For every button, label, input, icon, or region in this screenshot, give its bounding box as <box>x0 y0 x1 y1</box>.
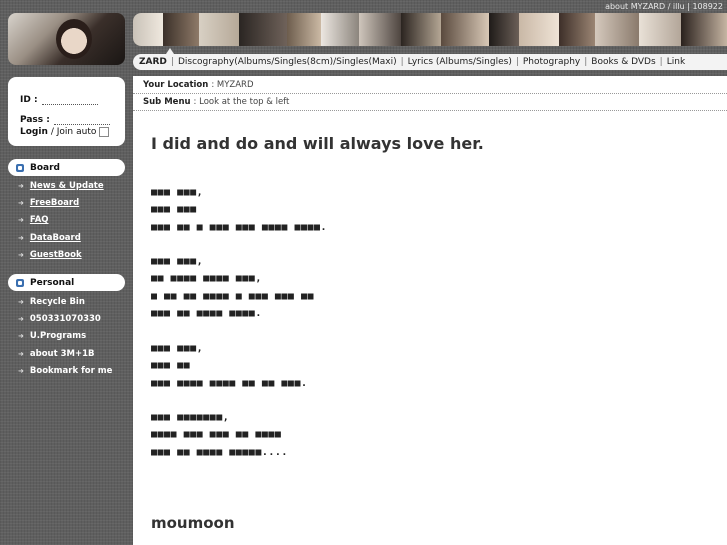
nav-separator: | <box>659 57 663 67</box>
pass-input[interactable] <box>53 115 110 125</box>
auto-login-checkbox[interactable] <box>99 127 110 137</box>
post-signature: moumoon <box>151 514 235 532</box>
nav-separator: | <box>400 57 404 67</box>
board-menu-header: Board <box>8 159 125 176</box>
portrait-image <box>56 19 92 59</box>
header-banner <box>133 13 727 46</box>
nav-zard[interactable]: ZARD <box>139 57 167 67</box>
arrow-icon: ➜ <box>18 332 24 341</box>
id-input[interactable] <box>41 95 98 105</box>
arrow-icon: ➜ <box>18 349 24 358</box>
lyric-line: ■■■■ ■■■ ■■■ ■■ ■■■■ <box>151 429 282 441</box>
lyric-line: ■■■ ■■ ■ ■■■ ■■■ ■■■■ ■■■■. <box>151 221 328 233</box>
board-menu: ➜ News & Update ➜ FreeBoard ➜ FAQ ➜ DataBoar… <box>18 177 104 264</box>
stanza-3: ■■■ ■■■, ■■■ ■■ ■■■ ■■■■ ■■■■ ■■ ■■ ■■■. <box>151 340 308 392</box>
menu-item-recycle-bin[interactable]: ➜ Recycle Bin <box>18 293 112 310</box>
top-links[interactable]: about MYZARD / illu | 108922 <box>605 2 723 11</box>
nav-link[interactable]: Link <box>667 57 685 67</box>
arrow-icon: ➜ <box>18 251 24 260</box>
submenu-label: Sub Menu <box>143 97 191 107</box>
lyric-line: ■■■ ■■■■ ■■■■ ■■ ■■ ■■■. <box>151 377 308 389</box>
menu-item-label[interactable]: News & Update <box>30 181 104 191</box>
menu-item-label[interactable]: 050331070330 <box>30 314 101 324</box>
lyric-line: ■■■ ■■ <box>151 360 191 372</box>
location-bar: Your Location : MYZARD <box>133 76 727 94</box>
menu-item-programs[interactable]: ➜ U.Programs <box>18 328 112 345</box>
arrow-icon: ➜ <box>18 199 24 208</box>
board-icon <box>16 163 24 172</box>
menu-item-about[interactable]: ➜ about 3M+1B <box>18 345 112 362</box>
submenu-bar: Sub Menu : Look at the top & left <box>133 94 727 111</box>
personal-menu: ➜ Recycle Bin ➜ 050331070330 ➜ U.Programs ➜… <box>18 293 112 380</box>
id-row: ID : <box>20 85 125 105</box>
login-actions: Login / Join auto <box>20 127 125 137</box>
nav-discography[interactable]: Discography(Albums/Singles(8cm)/Singles(… <box>178 57 397 67</box>
menu-item-databoard[interactable]: ➜ DataBoard <box>18 229 104 246</box>
banner-photo-strip <box>133 13 727 46</box>
auto-label: auto <box>76 127 97 137</box>
lyric-line: ■ ■■ ■■ ■■■■ ■ ■■■ ■■■ ■■ <box>151 290 315 302</box>
main-content: Your Location : MYZARD Sub Menu : Look a… <box>133 76 727 545</box>
menu-item-bookmark[interactable]: ➜ Bookmark for me <box>18 363 112 380</box>
lyric-line: ■■■ ■■ ■■■■ ■■■■. <box>151 308 262 320</box>
personal-menu-title: Personal <box>30 277 75 288</box>
board-menu-title: Board <box>30 162 60 173</box>
lyric-line: ■■■ ■■■■■■■, <box>151 412 230 424</box>
arrow-icon: ➜ <box>18 216 24 225</box>
top-links-text[interactable]: about MYZARD / illu | 108922 <box>605 2 723 11</box>
post-title: I did and do and will always love her. <box>151 134 484 153</box>
menu-item-label[interactable]: Recycle Bin <box>30 297 85 307</box>
logo-photo[interactable] <box>8 13 125 65</box>
stanza-4: ■■■ ■■■■■■■, ■■■■ ■■■ ■■■ ■■ ■■■■ ■■■ ■■… <box>151 409 288 461</box>
menu-item-label[interactable]: GuestBook <box>30 250 82 260</box>
menu-item-news[interactable]: ➜ News & Update <box>18 177 104 194</box>
pass-label: Pass : <box>20 115 50 125</box>
lyric-line: ■■ ■■■■ ■■■■ ■■■, <box>151 273 262 285</box>
menu-item-label[interactable]: FAQ <box>30 215 49 225</box>
login-box: ID : Pass : Login / Join auto <box>8 77 125 146</box>
location-value: : MYZARD <box>211 79 254 90</box>
personal-icon <box>16 278 24 287</box>
menu-item-label[interactable]: Bookmark for me <box>30 366 113 376</box>
menu-item-label[interactable]: DataBoard <box>30 233 81 243</box>
nav-lyrics[interactable]: Lyrics (Albums/Singles) <box>408 57 512 67</box>
lyric-line: ■■■ ■■ ■■■■ ■■■■■.... <box>151 446 288 458</box>
lyric-line: ■■■ ■■■ <box>151 204 197 216</box>
arrow-icon: ➜ <box>18 297 24 306</box>
lyric-line: ■■■ ■■■, <box>151 187 204 199</box>
menu-item-label[interactable]: FreeBoard <box>30 198 79 208</box>
lyric-line: ■■■ ■■■, <box>151 256 204 268</box>
join-link[interactable]: / Join <box>51 127 73 137</box>
arrow-icon: ➜ <box>18 367 24 376</box>
id-label: ID : <box>20 95 38 105</box>
menu-item-label[interactable]: U.Programs <box>30 331 86 341</box>
nav-separator: | <box>515 57 519 67</box>
nav-books-dvds[interactable]: Books & DVDs <box>591 57 655 67</box>
personal-menu-header: Personal <box>8 274 125 291</box>
nav-photography[interactable]: Photography <box>523 57 580 67</box>
stanza-2: ■■■ ■■■, ■■ ■■■■ ■■■■ ■■■, ■ ■■ ■■ ■■■■ … <box>151 253 314 322</box>
lyric-line: ■■■ ■■■, <box>151 343 204 355</box>
submenu-value: : Look at the top & left <box>193 97 290 107</box>
nav-separator: | <box>170 57 174 67</box>
menu-item-freeboard[interactable]: ➜ FreeBoard <box>18 194 104 211</box>
location-label: Your Location <box>143 79 209 90</box>
arrow-icon: ➜ <box>18 315 24 324</box>
pass-row: Pass : <box>20 105 125 125</box>
arrow-icon: ➜ <box>18 233 24 242</box>
arrow-icon: ➜ <box>18 181 24 190</box>
menu-item-faq[interactable]: ➜ FAQ <box>18 212 104 229</box>
stanza-1: ■■■ ■■■, ■■■ ■■■ ■■■ ■■ ■ ■■■ ■■■ ■■■■ ■… <box>151 184 327 236</box>
nav-separator: | <box>584 57 588 67</box>
menu-item-date-code[interactable]: ➜ 050331070330 <box>18 310 112 327</box>
login-link[interactable]: Login <box>20 127 48 137</box>
main-nav: ZARD | Discography(Albums/Singles(8cm)/S… <box>133 54 727 70</box>
menu-item-guestbook[interactable]: ➜ GuestBook <box>18 247 104 264</box>
menu-item-label[interactable]: about 3M+1B <box>30 349 95 359</box>
